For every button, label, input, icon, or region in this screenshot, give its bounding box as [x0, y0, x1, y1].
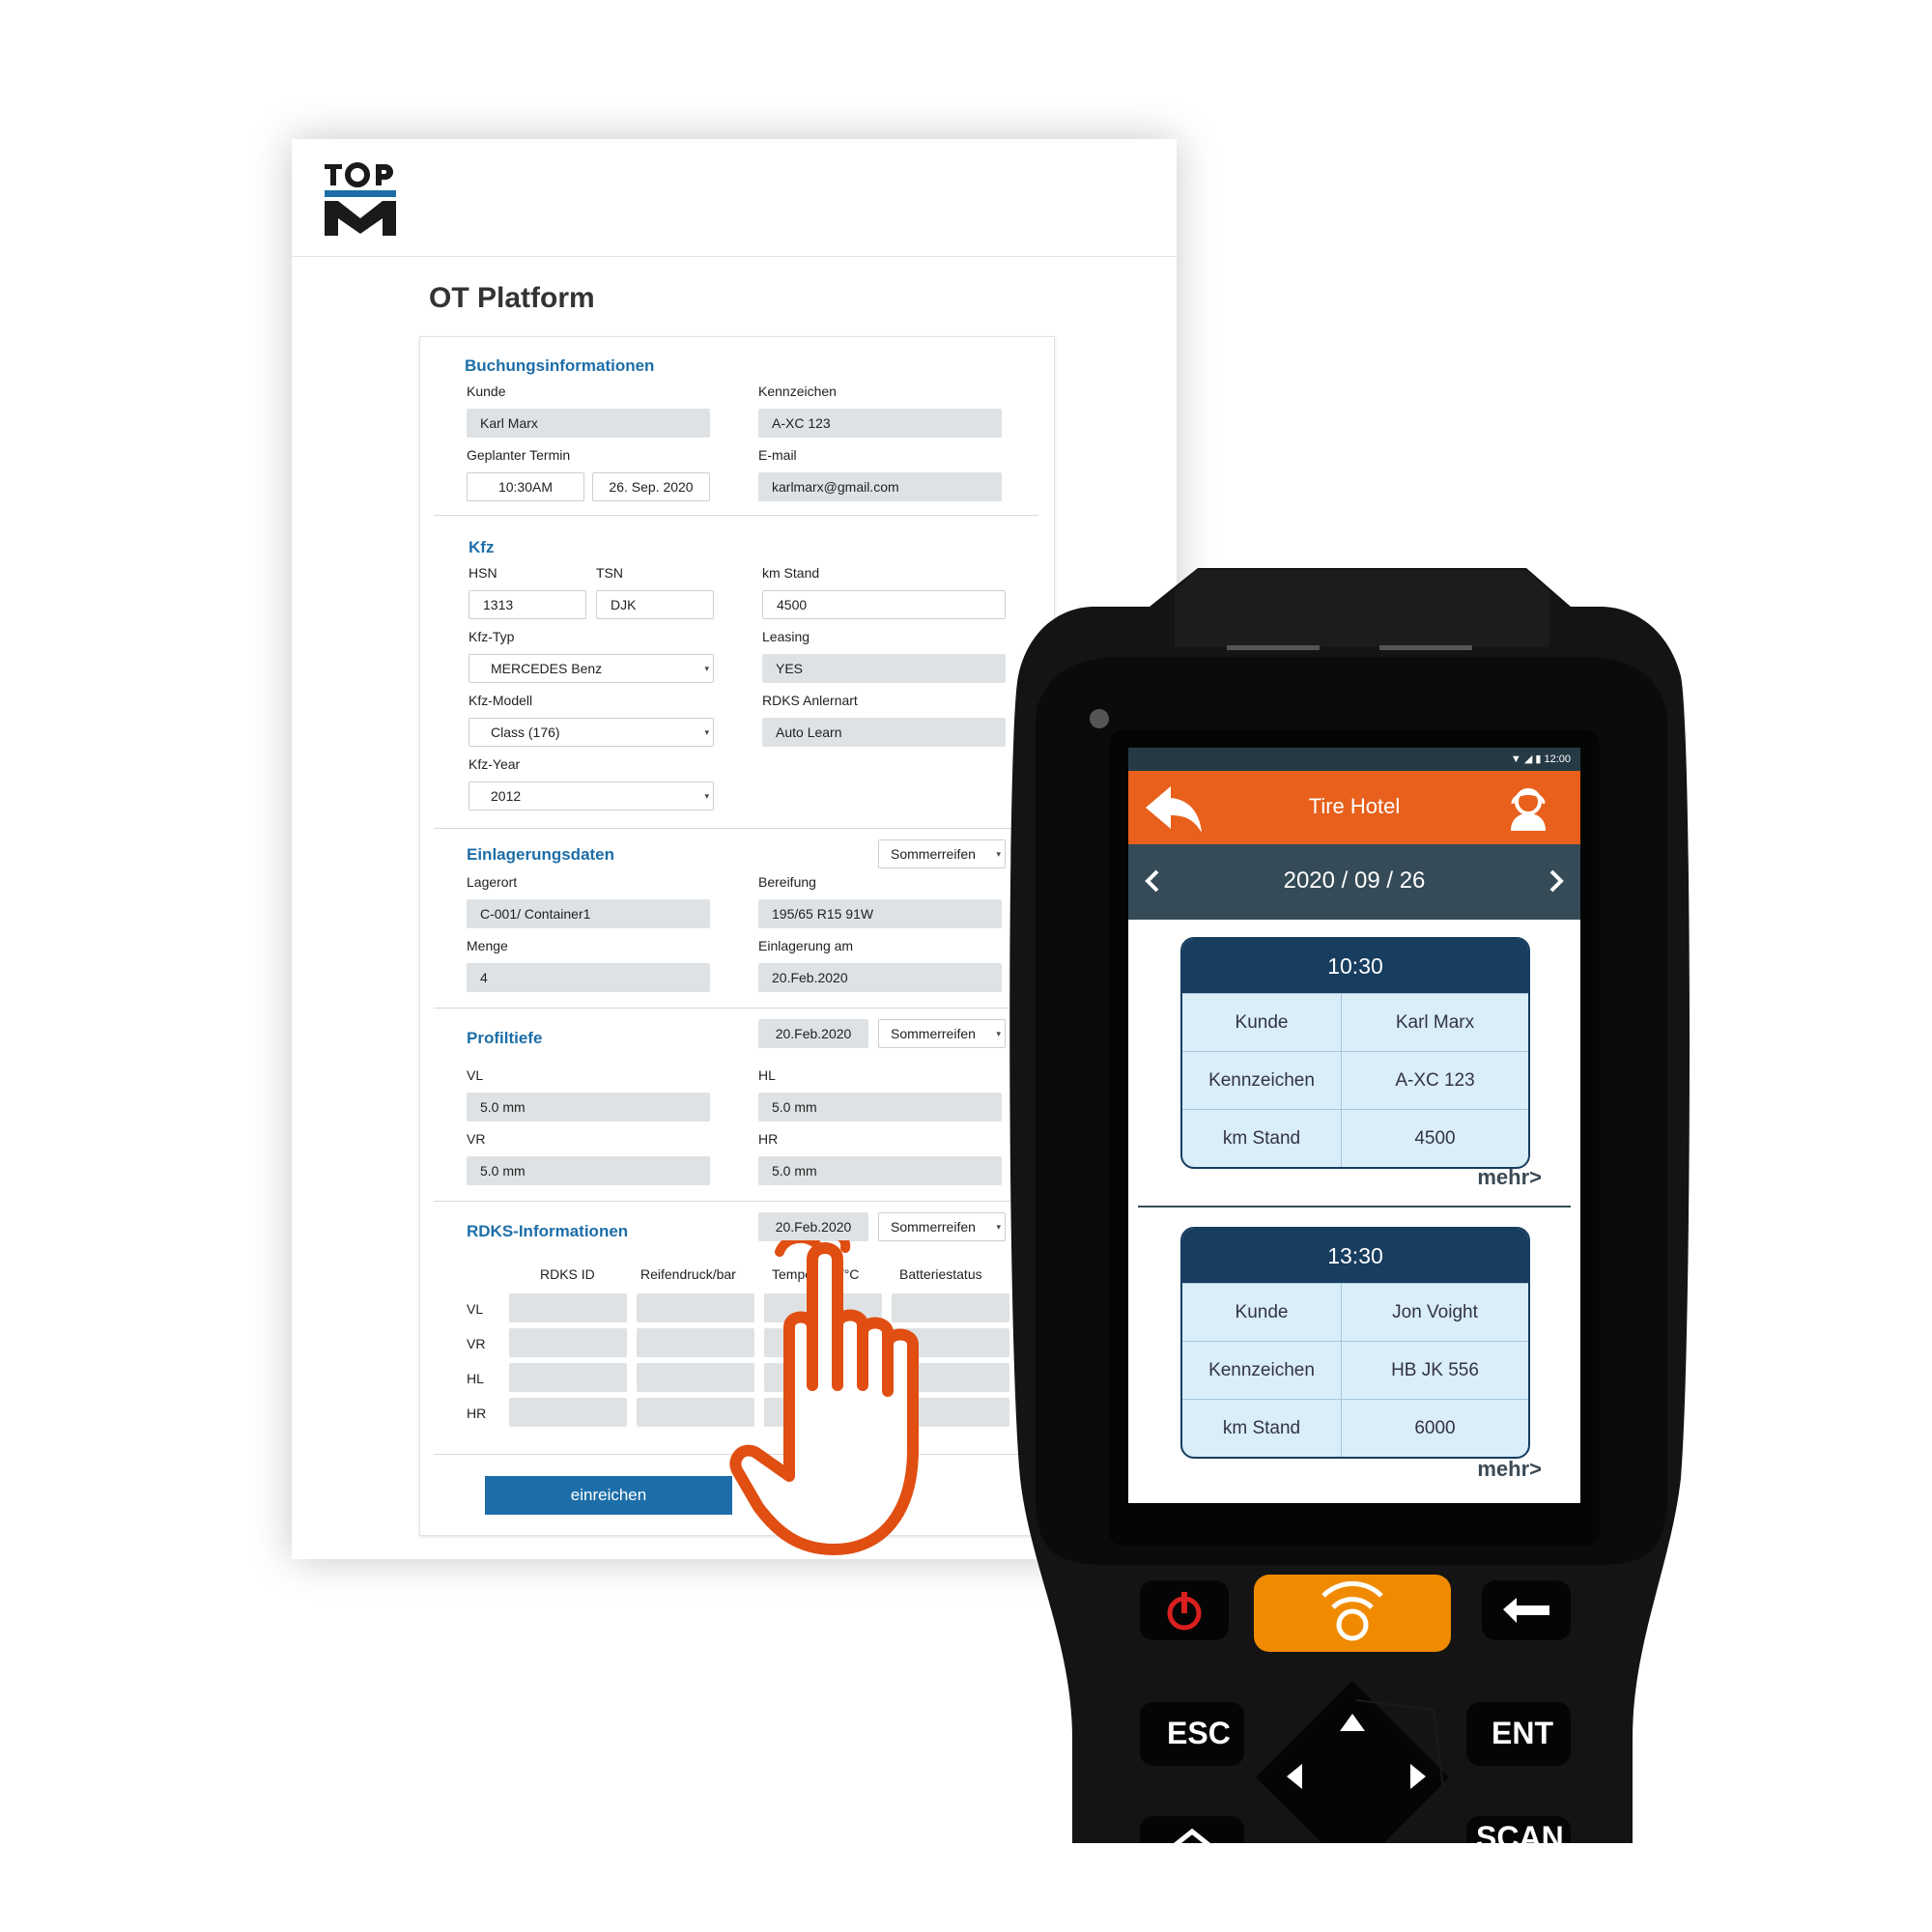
row-key: km Stand	[1182, 1400, 1342, 1457]
appointment-row: Kennzeichen HB JK 556	[1182, 1341, 1528, 1399]
row-value: 6000	[1414, 1418, 1456, 1438]
row-value: Karl Marx	[1395, 1012, 1475, 1033]
chevron-right-icon[interactable]	[1540, 866, 1571, 896]
cropping-band	[1005, 1843, 1739, 1932]
appointment-card[interactable]: 10:30 Kunde Karl Marx Kennzeichen A-XC 1…	[1180, 937, 1530, 1169]
row-key: Kennzeichen	[1182, 1342, 1342, 1399]
row-value: HB JK 556	[1391, 1360, 1479, 1380]
row-key: Kunde	[1182, 994, 1342, 1051]
row-key: Kunde	[1182, 1284, 1342, 1341]
appointment-row: Kunde Jon Voight	[1182, 1283, 1528, 1341]
status-icons: ▼ ◢ ▮ 12:00	[1511, 753, 1571, 765]
backspace-key[interactable]	[1482, 1580, 1571, 1640]
more-link[interactable]: mehr>	[1477, 1165, 1542, 1190]
appointment-time: 13:30	[1182, 1229, 1528, 1283]
appointment-row: Kennzeichen A-XC 123	[1182, 1051, 1528, 1109]
row-value: A-XC 123	[1395, 1070, 1475, 1091]
signal-icon: ◢	[1523, 753, 1533, 765]
status-bar: ▼ ◢ ▮ 12:00	[1128, 748, 1580, 771]
keypad	[1140, 1575, 1571, 1893]
app-bar: Tire Hotel	[1128, 771, 1580, 844]
row-key: km Stand	[1182, 1110, 1342, 1167]
scan-key[interactable]	[1254, 1575, 1451, 1652]
appointment-card[interactable]: 13:30 Kunde Jon Voight Kennzeichen HB JK…	[1180, 1227, 1530, 1459]
appointment-row: km Stand 6000	[1182, 1399, 1528, 1457]
support-agent-icon[interactable]	[1503, 782, 1553, 833]
more-link[interactable]: mehr>	[1477, 1457, 1542, 1482]
row-value: 4500	[1414, 1128, 1456, 1149]
power-key[interactable]	[1140, 1580, 1229, 1640]
battery-icon: ▮	[1535, 753, 1542, 765]
current-date: 2020 / 09 / 26	[1283, 867, 1426, 894]
appointment-time: 10:30	[1182, 939, 1528, 993]
appointment-row: km Stand 4500	[1182, 1109, 1528, 1167]
device-screen: ▼ ◢ ▮ 12:00 Tire Hotel 2020 / 09 / 26 10…	[1128, 748, 1580, 1503]
esc-key-label: ESC	[1167, 1716, 1231, 1750]
row-key: Kennzeichen	[1182, 1052, 1342, 1109]
wifi-icon: ▼	[1510, 753, 1521, 765]
ent-key-label: ENT	[1492, 1716, 1553, 1750]
appointment-row: Kunde Karl Marx	[1182, 993, 1528, 1051]
date-navigator: 2020 / 09 / 26	[1128, 844, 1580, 920]
divider	[1138, 1206, 1571, 1208]
status-time: 12:00	[1544, 753, 1571, 765]
row-value: Jon Voight	[1392, 1302, 1478, 1322]
